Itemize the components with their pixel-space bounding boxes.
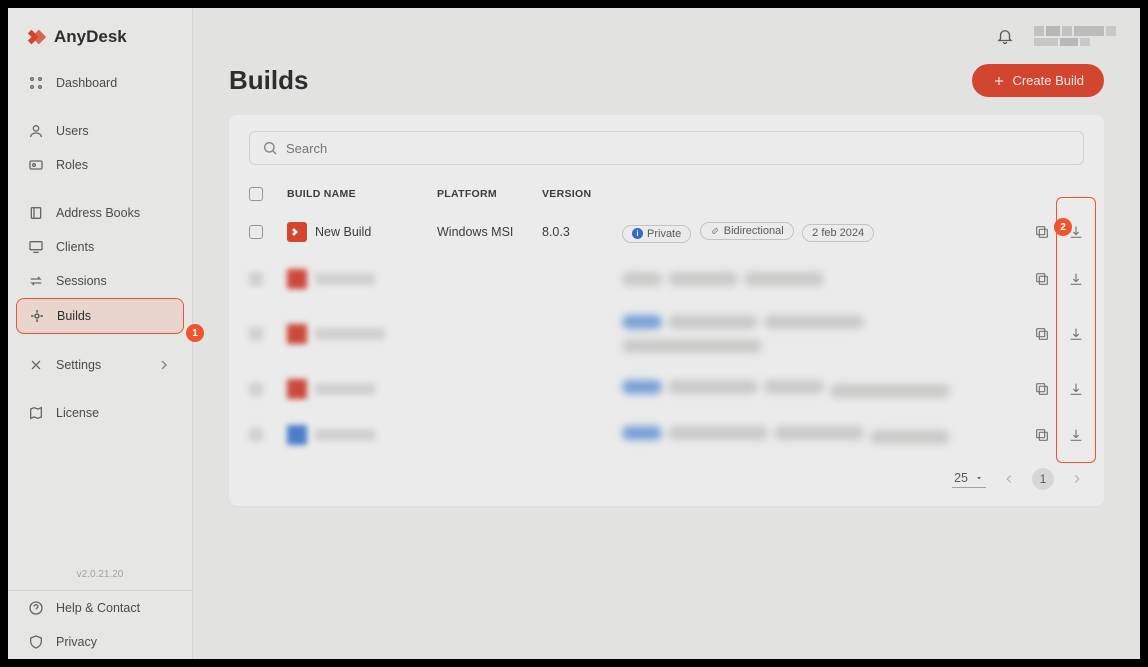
table-row[interactable]: New Build Windows MSI 8.0.3 iPrivate Bid… <box>249 209 1084 256</box>
download-icon[interactable] <box>1068 427 1084 443</box>
tag-private: iPrivate <box>622 225 691 243</box>
copy-icon[interactable] <box>1034 224 1050 240</box>
prev-page-icon[interactable] <box>1002 472 1016 486</box>
table-row[interactable] <box>249 366 1084 412</box>
table-row[interactable] <box>249 302 1084 366</box>
header-version: VERSION <box>542 188 622 200</box>
search-input[interactable] <box>286 141 1071 156</box>
select-all-checkbox[interactable] <box>249 187 263 201</box>
shield-icon <box>28 634 44 650</box>
sidebar: AnyDesk Dashboard Users Roles Address Bo… <box>8 8 193 659</box>
tag-date: 2 feb 2024 <box>802 224 874 242</box>
table-row[interactable] <box>249 256 1084 302</box>
sidebar-item-address-books[interactable]: Address Books <box>8 196 192 230</box>
header-platform: PLATFORM <box>437 188 542 200</box>
link-icon <box>710 226 720 236</box>
build-version: 8.0.3 <box>542 225 622 239</box>
caret-down-icon <box>974 473 984 483</box>
info-icon: i <box>632 228 643 239</box>
table-header: BUILD NAME PLATFORM VERSION <box>249 179 1084 209</box>
page-number[interactable]: 1 <box>1032 468 1054 490</box>
target-icon <box>29 308 45 324</box>
sidebar-item-sessions[interactable]: Sessions <box>8 264 192 298</box>
annotation-badge-2: 2 <box>1054 218 1072 236</box>
download-icon[interactable] <box>1068 381 1084 397</box>
sidebar-item-clients[interactable]: Clients <box>8 230 192 264</box>
anydesk-icon <box>26 26 48 48</box>
main: Builds Create Build BUILD NAME PLATFORM … <box>193 8 1140 659</box>
copy-icon[interactable] <box>1034 381 1050 397</box>
copy-icon[interactable] <box>1034 271 1050 287</box>
plus-icon <box>992 74 1006 88</box>
page-title: Builds <box>229 65 308 96</box>
sidebar-item-roles[interactable]: Roles <box>8 148 192 182</box>
build-app-icon <box>287 222 307 242</box>
book-icon <box>28 205 44 221</box>
user-icon <box>28 123 44 139</box>
download-icon[interactable] <box>1068 271 1084 287</box>
sidebar-item-settings[interactable]: Settings <box>8 348 192 382</box>
copy-icon[interactable] <box>1034 427 1050 443</box>
version-label: v2.0.21.20 <box>8 559 192 590</box>
next-page-icon[interactable] <box>1070 472 1084 486</box>
sidebar-item-dashboard[interactable]: Dashboard <box>8 66 192 100</box>
page-size-select[interactable]: 25 <box>952 469 986 488</box>
search-icon <box>262 140 278 156</box>
id-icon <box>28 157 44 173</box>
help-icon <box>28 600 44 616</box>
topbar <box>193 8 1140 64</box>
bell-icon[interactable] <box>996 27 1014 45</box>
pagination: 25 1 <box>249 468 1084 490</box>
grid-icon <box>28 75 44 91</box>
avatar-placeholder[interactable] <box>1034 26 1116 46</box>
sidebar-item-help[interactable]: Help & Contact <box>8 591 192 625</box>
chevron-right-icon <box>156 357 172 373</box>
annotation-badge-1: 1 <box>186 324 204 342</box>
map-icon <box>28 405 44 421</box>
builds-card: BUILD NAME PLATFORM VERSION New Build Wi… <box>229 115 1104 506</box>
build-tags: iPrivate Bidirectional 2 feb 2024 <box>622 222 1004 243</box>
tools-icon <box>28 357 44 373</box>
build-name: New Build <box>315 225 371 239</box>
create-build-button[interactable]: Create Build <box>972 64 1104 97</box>
tag-bidirectional: Bidirectional <box>700 222 794 240</box>
table-row[interactable] <box>249 412 1084 458</box>
sidebar-item-users[interactable]: Users <box>8 114 192 148</box>
copy-icon[interactable] <box>1034 326 1050 342</box>
sidebar-item-builds[interactable]: Builds <box>16 298 184 334</box>
row-checkbox[interactable] <box>249 225 263 239</box>
download-icon[interactable] <box>1068 326 1084 342</box>
swap-icon <box>28 273 44 289</box>
sidebar-item-license[interactable]: License <box>8 396 192 430</box>
nav: Dashboard Users Roles Address Books Clie… <box>8 58 192 438</box>
header-name: BUILD NAME <box>287 188 437 200</box>
monitor-icon <box>28 239 44 255</box>
build-platform: Windows MSI <box>437 225 542 239</box>
sidebar-item-privacy[interactable]: Privacy <box>8 625 192 659</box>
search-box[interactable] <box>249 131 1084 165</box>
brand-logo: AnyDesk <box>8 8 192 58</box>
